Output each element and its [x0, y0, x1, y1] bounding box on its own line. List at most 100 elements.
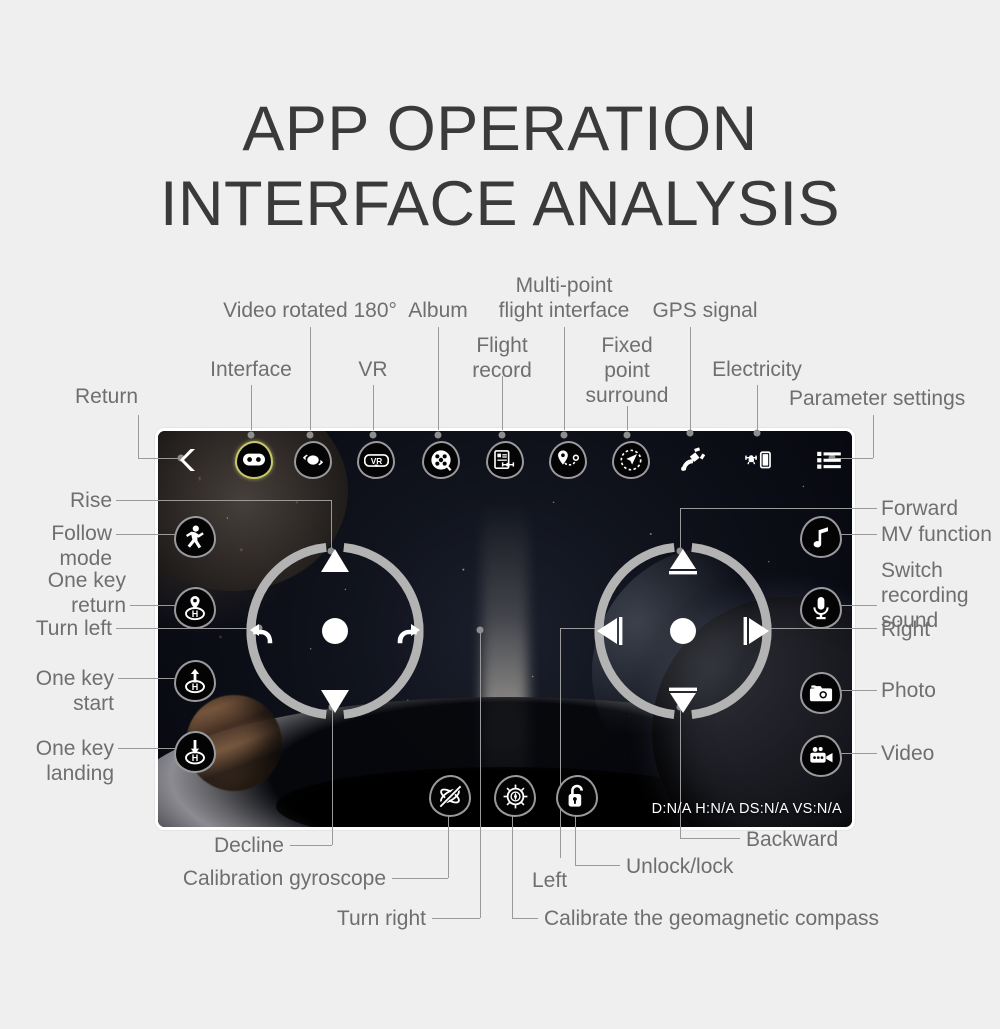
label-photo: Photo [881, 679, 936, 702]
dpad-turn-left-button[interactable] [248, 617, 278, 645]
control-mv-function[interactable] [800, 516, 842, 558]
leader-backward-h [680, 838, 740, 839]
triangle-right-icon [743, 617, 769, 645]
label-turn-left: Turn left [35, 617, 112, 640]
video-rotate-icon [294, 441, 332, 479]
page-title-line2: INTERFACE ANALYSIS [159, 169, 841, 239]
follow-person-icon [174, 516, 216, 558]
svg-text:VR: VR [370, 455, 382, 465]
leader-forward-h [680, 508, 877, 509]
toolbar-item-electricity[interactable] [729, 441, 789, 479]
leader-backward-v [680, 705, 681, 838]
orbit-surround-icon [612, 441, 650, 479]
drone-battery-icon [740, 441, 778, 479]
video-camera-icon [800, 735, 842, 777]
control-follow-mode[interactable] [174, 516, 216, 558]
leader-compass-h [512, 918, 538, 919]
control-video[interactable] [800, 735, 842, 777]
leader-gps-v [690, 327, 691, 430]
leader-rise-h [116, 500, 331, 501]
leader-decline-v [332, 705, 333, 845]
right-dpad-hub [670, 618, 696, 644]
app-toolbar: VR [158, 431, 852, 489]
toolbar-item-parameter-settings[interactable] [810, 441, 848, 479]
leader-electricity-v [757, 385, 758, 430]
label-multi-point: Multi-point flight interface [498, 274, 630, 322]
microphone-icon [800, 587, 842, 629]
leader-flightrec-v [502, 376, 503, 430]
label-calib-gyro: Calibration gyroscope [182, 867, 386, 890]
album-icon [422, 441, 460, 479]
camera-icon [800, 672, 842, 714]
toolbar-item-multi-point-flight[interactable] [549, 441, 587, 479]
toolbar-item-flight-record[interactable] [486, 441, 524, 479]
leader-turnright-v [480, 630, 481, 918]
right-dpad [590, 538, 776, 724]
toolbar-item-gps-signal[interactable] [673, 441, 711, 479]
label-flight-record: Flight record [472, 334, 532, 382]
label-album: Album [408, 299, 468, 322]
dpad-backward-button[interactable] [667, 686, 699, 714]
control-photo[interactable] [800, 672, 842, 714]
label-interface: Interface [210, 358, 292, 381]
label-unlock-lock: Unlock/lock [626, 855, 734, 878]
label-parameters: Parameter settings [789, 387, 966, 410]
rotate-right-icon [397, 624, 420, 644]
left-dpad-hub [322, 618, 348, 644]
toolbar-item-return[interactable] [169, 441, 207, 479]
triangle-up-icon [669, 549, 697, 575]
label-one-key-landing: One key landing [35, 737, 114, 785]
label-gps: GPS signal [652, 299, 758, 322]
dpad-forward-button[interactable] [667, 548, 699, 576]
label-electricity: Electricity [712, 358, 802, 381]
label-calib-compass: Calibrate the geomagnetic compass [544, 907, 880, 930]
leader-unlock-h [575, 865, 620, 866]
label-video: Video [881, 742, 935, 765]
leader-vr-v [373, 385, 374, 430]
label-mv-function: MV function [881, 523, 992, 546]
unlock-icon [556, 775, 598, 817]
toolbar-item-album[interactable] [422, 441, 460, 479]
rotate-left-icon [250, 624, 273, 644]
leader-compass-v [512, 805, 513, 918]
triangle-left-icon [597, 617, 623, 645]
dpad-rise-button[interactable] [319, 548, 351, 574]
satellite-icon [673, 441, 711, 479]
device-screen-frame: VR H H H D:N/A H:N/A DS:N/A VS:N/A [155, 428, 855, 830]
svg-text:H: H [192, 753, 199, 763]
leader-turnright-h [432, 918, 480, 919]
toolbar-item-vr[interactable]: VR [357, 441, 395, 479]
dpad-turn-right-button[interactable] [392, 617, 422, 645]
toolbar-item-fixed-point-surround[interactable] [612, 441, 650, 479]
page-title-line1: APP OPERATION [242, 94, 758, 164]
dpad-right-button[interactable] [742, 615, 770, 647]
dpad-decline-button[interactable] [319, 688, 351, 714]
control-switch-recording-sound[interactable] [800, 587, 842, 629]
chevron-left-icon [169, 441, 207, 479]
gamepad-icon [235, 441, 273, 479]
label-one-key-return: One key return [47, 569, 126, 617]
label-forward: Forward [881, 497, 959, 520]
control-calibration-gyroscope[interactable] [429, 775, 471, 817]
control-calibrate-compass[interactable] [494, 775, 536, 817]
label-backward: Backward [746, 828, 839, 851]
control-unlock-lock[interactable] [556, 775, 598, 817]
music-note-icon [800, 516, 842, 558]
toolbar-item-interface[interactable] [235, 441, 273, 479]
label-vr: VR [358, 358, 388, 381]
left-dpad [242, 538, 428, 724]
control-one-key-landing[interactable]: H [174, 731, 216, 773]
vr-goggles-icon: VR [357, 441, 395, 479]
label-fixed-point: Fixed point surround [585, 334, 669, 407]
triangle-up-icon [321, 549, 349, 572]
leader-left-v [560, 628, 561, 858]
leader-album-v [438, 327, 439, 430]
control-one-key-start[interactable]: H [174, 660, 216, 702]
control-one-key-return[interactable]: H [174, 587, 216, 629]
dpad-left-button[interactable] [596, 615, 624, 647]
leader-params-v [873, 415, 874, 458]
page-title: APP OPERATION INTERFACE ANALYSIS [0, 92, 1000, 242]
label-rise: Rise [69, 489, 112, 512]
toolbar-item-video-rotated-180[interactable] [294, 441, 332, 479]
svg-text:H: H [192, 682, 199, 692]
